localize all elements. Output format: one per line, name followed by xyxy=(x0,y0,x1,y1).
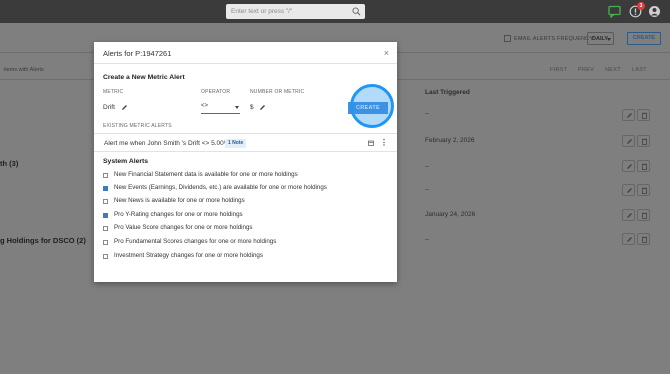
pencil-icon xyxy=(627,164,632,169)
trash-icon xyxy=(642,163,647,170)
notification-badge: 3 xyxy=(637,2,645,10)
chat-icon[interactable] xyxy=(608,5,621,18)
last-triggered-value: January 24, 2026 xyxy=(425,211,476,218)
click-highlight xyxy=(350,84,394,128)
edit-button[interactable] xyxy=(622,184,635,196)
last-triggered-header: Last Triggered xyxy=(425,89,470,96)
edit-button[interactable] xyxy=(622,233,635,245)
edit-button[interactable] xyxy=(622,135,635,147)
more-options-icon[interactable]: ⋮ xyxy=(380,139,388,147)
pencil-icon xyxy=(627,113,632,118)
metric-value[interactable]: Drift xyxy=(103,104,115,111)
existing-alert-text: Alert me when John Smith 's Drift <> 5.0… xyxy=(104,140,230,147)
checkbox[interactable] xyxy=(103,173,108,178)
edit-button[interactable] xyxy=(622,160,635,172)
delete-button[interactable] xyxy=(637,184,650,196)
email-checkbox-icon[interactable] xyxy=(504,35,511,42)
chevron-down-icon xyxy=(607,38,611,41)
modal-divider xyxy=(94,63,397,64)
pencil-icon xyxy=(627,237,632,242)
email-alerts-frequency-label: EMAIL ALERTS FREQUENCY: xyxy=(514,36,595,42)
create-metric-alert-heading: Create a New Metric Alert xyxy=(103,74,185,81)
checkbox-checked[interactable] xyxy=(103,213,108,218)
delete-button[interactable] xyxy=(637,233,650,245)
existing-alerts-label: EXISTING METRIC ALERTS xyxy=(103,123,172,129)
system-alert-label: New Financial Statement data is availabl… xyxy=(114,171,298,178)
number-or-metric-label: NUMBER OR METRIC xyxy=(250,89,305,95)
group-heading: th (3) xyxy=(0,159,19,168)
create-alert-button[interactable]: CREATE xyxy=(627,32,661,45)
trash-icon xyxy=(642,212,647,219)
frequency-value: DAILY xyxy=(592,36,608,42)
note-label: 1 Note xyxy=(228,140,244,146)
pencil-icon xyxy=(627,188,632,193)
close-icon[interactable]: × xyxy=(384,48,389,58)
operator-select[interactable]: <> xyxy=(201,103,208,109)
modal-divider xyxy=(94,151,397,152)
modal-title: Alerts for P:1947261 xyxy=(103,49,172,58)
note-badge[interactable]: 1 Note xyxy=(225,139,247,148)
trash-icon xyxy=(642,112,647,119)
system-alert-label: Pro Value Score changes for one or more … xyxy=(114,224,253,231)
trash-icon xyxy=(642,138,647,145)
frequency-select[interactable]: DAILY xyxy=(587,32,614,45)
pencil-icon[interactable] xyxy=(121,104,128,111)
metric-label: METRIC xyxy=(103,89,124,95)
delete-button[interactable] xyxy=(637,135,650,147)
calendar-icon[interactable] xyxy=(368,140,374,146)
system-alert-label: Investment Strategy changes for one or m… xyxy=(114,252,263,259)
delete-button[interactable] xyxy=(637,109,650,121)
checkbox[interactable] xyxy=(103,226,108,231)
pencil-icon xyxy=(627,139,632,144)
edit-button[interactable] xyxy=(622,109,635,121)
modal-divider xyxy=(94,133,397,134)
items-with-alerts-label: items with Alerts xyxy=(4,67,44,73)
alerts-modal: Alerts for P:1947261 × Create a New Metr… xyxy=(94,42,397,282)
trash-icon xyxy=(642,236,647,243)
trash-icon xyxy=(642,187,647,194)
checkbox-checked[interactable] xyxy=(103,186,108,191)
group-heading: g Holdings for DSCO (2) xyxy=(0,236,86,245)
checkbox[interactable] xyxy=(103,254,108,259)
last-triggered-value: -- xyxy=(425,110,430,117)
system-alert-label: New News is available for one or more ho… xyxy=(114,197,245,204)
system-alert-label: Pro Fundamental Scores changes for one o… xyxy=(114,238,277,245)
user-avatar-icon[interactable] xyxy=(648,5,661,18)
search-icon[interactable] xyxy=(352,7,361,16)
system-alerts-heading: System Alerts xyxy=(103,158,149,165)
system-alert-label: New Events (Earnings, Dividends, etc.) a… xyxy=(114,184,327,191)
chevron-down-icon xyxy=(235,106,239,109)
delete-button[interactable] xyxy=(637,160,650,172)
last-triggered-value: February 2, 2026 xyxy=(425,137,475,144)
pager-prev[interactable]: PREV xyxy=(578,67,594,73)
checkbox[interactable] xyxy=(103,240,108,245)
system-alert-label: Pro Y-Rating changes for one or more hol… xyxy=(114,211,243,218)
last-triggered-value: -- xyxy=(425,186,430,193)
pencil-icon xyxy=(627,213,632,218)
last-triggered-value: -- xyxy=(425,163,430,170)
delete-button[interactable] xyxy=(637,209,650,221)
pager-next[interactable]: NEXT xyxy=(605,67,621,73)
pager-first[interactable]: FIRST xyxy=(550,67,567,73)
number-value[interactable]: $ xyxy=(250,104,254,111)
search-input[interactable] xyxy=(226,4,346,19)
edit-button[interactable] xyxy=(622,209,635,221)
pager-last[interactable]: LAST xyxy=(632,67,647,73)
top-bar: 3 xyxy=(0,0,670,23)
checkbox[interactable] xyxy=(103,199,108,204)
operator-underline xyxy=(201,113,240,114)
search-box xyxy=(226,4,365,19)
operator-label: OPERATOR xyxy=(201,89,231,95)
pencil-icon[interactable] xyxy=(259,104,266,111)
last-triggered-value: -- xyxy=(425,236,430,243)
